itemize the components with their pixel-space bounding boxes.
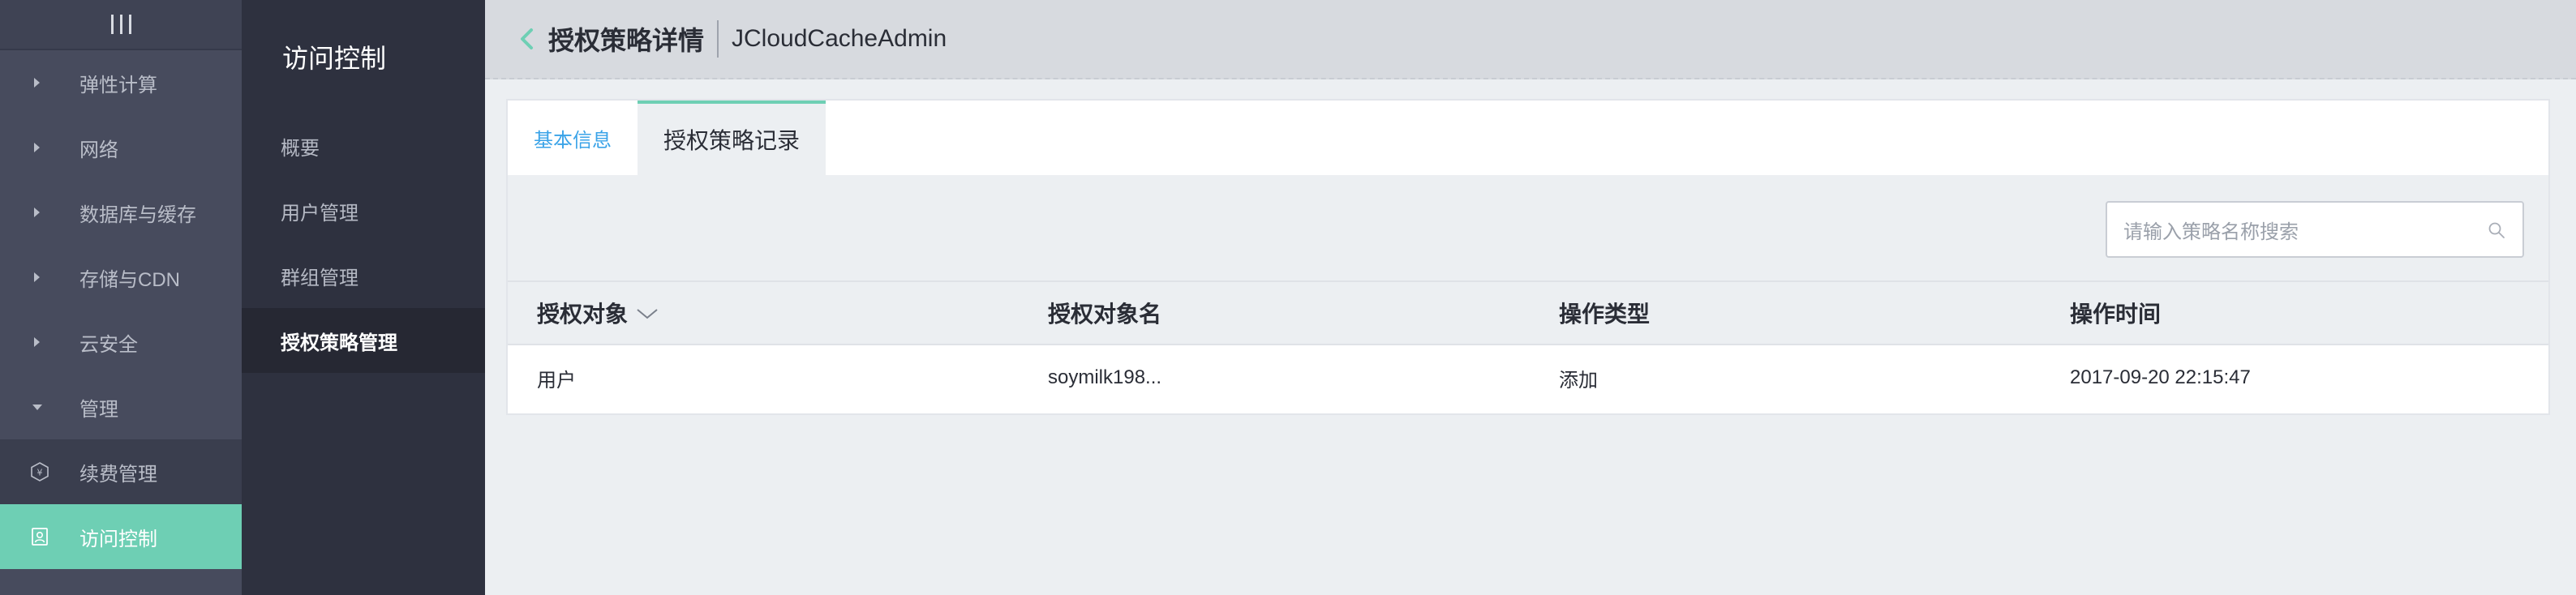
search-placeholder: 请输入策略名称搜索 bbox=[2123, 220, 2299, 243]
caret-right-icon bbox=[34, 337, 40, 347]
search-input[interactable]: 请输入策略名称搜索 bbox=[2106, 201, 2524, 258]
cell-operation-time: 2017-09-20 22:15:47 bbox=[2070, 366, 2251, 388]
nav-item-label: 管理 bbox=[79, 398, 118, 421]
sub-nav-item-group-management[interactable]: 群组管理 bbox=[242, 243, 485, 308]
page-subtitle: JCloudCacheAdmin bbox=[732, 25, 947, 52]
main-content: 授权策略详情 JCloudCacheAdmin 基本信息 授权策略记录 请输入策… bbox=[485, 0, 2576, 595]
page-title: 授权策略详情 bbox=[548, 20, 719, 58]
tab-bar: 基本信息 授权策略记录 bbox=[508, 101, 2548, 175]
search-icon[interactable] bbox=[2487, 220, 2506, 246]
toolbar: 请输入策略名称搜索 bbox=[508, 175, 2548, 280]
nav-item-label: 续费管理 bbox=[79, 463, 157, 486]
menu-bars-icon bbox=[110, 15, 131, 34]
nav-item-network[interactable]: 网络 bbox=[0, 115, 242, 180]
cell-target: 用户 bbox=[537, 369, 576, 392]
nav-item-renewal[interactable]: ¥ 续费管理 bbox=[0, 439, 242, 504]
sub-nav-title: 访问控制 bbox=[282, 44, 387, 73]
tab-policy-records[interactable]: 授权策略记录 bbox=[638, 101, 826, 175]
svg-text:¥: ¥ bbox=[37, 468, 43, 478]
nav-item-label: 存储与CDN bbox=[79, 268, 180, 291]
table-header: 授权对象 授权对象名 操作类型 操作时间 bbox=[508, 280, 2548, 345]
column-header-operation-time: 操作时间 bbox=[2070, 302, 2162, 327]
column-header-target-name: 授权对象名 bbox=[1048, 302, 1162, 327]
nav-item-management[interactable]: 管理 bbox=[0, 375, 242, 439]
nav-item-label: 访问控制 bbox=[79, 528, 157, 550]
caret-down-icon bbox=[32, 404, 42, 410]
cell-target-name: soymilk198... bbox=[1048, 366, 1162, 388]
collapse-nav-button[interactable] bbox=[0, 0, 242, 50]
chevron-down-icon[interactable] bbox=[636, 300, 659, 326]
column-header-operation-type: 操作类型 bbox=[1559, 302, 1651, 327]
nav-item-database-cache[interactable]: 数据库与缓存 bbox=[0, 180, 242, 245]
caret-right-icon bbox=[34, 208, 40, 217]
nav-item-elastic-compute[interactable]: 弹性计算 bbox=[0, 50, 242, 115]
column-header-label: 授权对象 bbox=[537, 302, 629, 327]
sub-nav-item-user-management[interactable]: 用户管理 bbox=[242, 178, 485, 243]
page-header: 授权策略详情 JCloudCacheAdmin bbox=[485, 0, 2576, 79]
tab-basic-info[interactable]: 基本信息 bbox=[508, 101, 638, 175]
nav-item-storage-cdn[interactable]: 存储与CDN bbox=[0, 245, 242, 310]
nav-item-access-control[interactable]: 访问控制 bbox=[0, 504, 242, 569]
sub-nav-item-policy-management[interactable]: 授权策略管理 bbox=[242, 308, 485, 373]
yen-icon: ¥ bbox=[29, 461, 50, 482]
back-chevron-icon[interactable] bbox=[514, 27, 539, 51]
caret-right-icon bbox=[34, 78, 40, 88]
caret-right-icon bbox=[34, 272, 40, 282]
content-panel: 基本信息 授权策略记录 请输入策略名称搜索 授权对象 授权对象名 操作类型 操作… bbox=[506, 99, 2550, 415]
user-card-icon bbox=[29, 526, 50, 547]
main-nav: 弹性计算 网络 数据库与缓存 存储与CDN 云安全 管理 ¥ 续费管理 访问控制 bbox=[0, 0, 242, 595]
column-header-target[interactable]: 授权对象 bbox=[537, 297, 659, 329]
sub-nav: 访问控制 概要 用户管理 群组管理 授权策略管理 bbox=[242, 0, 485, 595]
nav-item-cloud-security[interactable]: 云安全 bbox=[0, 310, 242, 375]
nav-item-label: 数据库与缓存 bbox=[79, 203, 196, 226]
sub-nav-item-overview[interactable]: 概要 bbox=[242, 113, 485, 178]
cell-operation-type: 添加 bbox=[1559, 369, 1598, 392]
caret-right-icon bbox=[34, 143, 40, 152]
nav-item-label: 网络 bbox=[79, 139, 118, 161]
nav-item-label: 弹性计算 bbox=[79, 74, 157, 96]
table-row: 用户 soymilk198... 添加 2017-09-20 22:15:47 bbox=[508, 345, 2548, 410]
nav-item-label: 云安全 bbox=[79, 333, 138, 356]
